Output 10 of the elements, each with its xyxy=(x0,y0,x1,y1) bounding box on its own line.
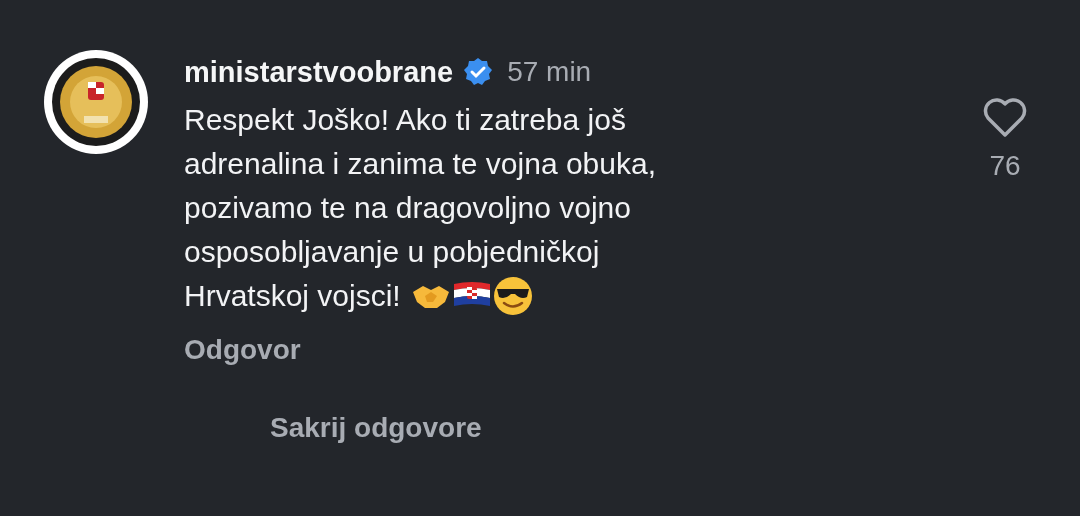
comment-text: Hrvatskoj vojsci! xyxy=(184,278,401,314)
hide-replies-button[interactable]: Sakrij odgovore xyxy=(270,412,482,444)
sunglasses-face-icon xyxy=(492,276,533,316)
avatar[interactable] xyxy=(44,50,148,154)
comment-text: Respekt Joško! Ako ti zatreba još adrenalina i zanima te vojna obuka, pozivamo te na dragovoljno vojno osposobljavanje u pobjedničkoj xyxy=(184,102,657,270)
username[interactable]: ministarstvoobrane xyxy=(184,55,454,89)
heart-icon[interactable] xyxy=(982,96,1028,138)
like-count: 76 xyxy=(989,150,1021,182)
timestamp: 57 min xyxy=(507,56,592,88)
reply-link[interactable]: Odgovor xyxy=(184,334,301,366)
